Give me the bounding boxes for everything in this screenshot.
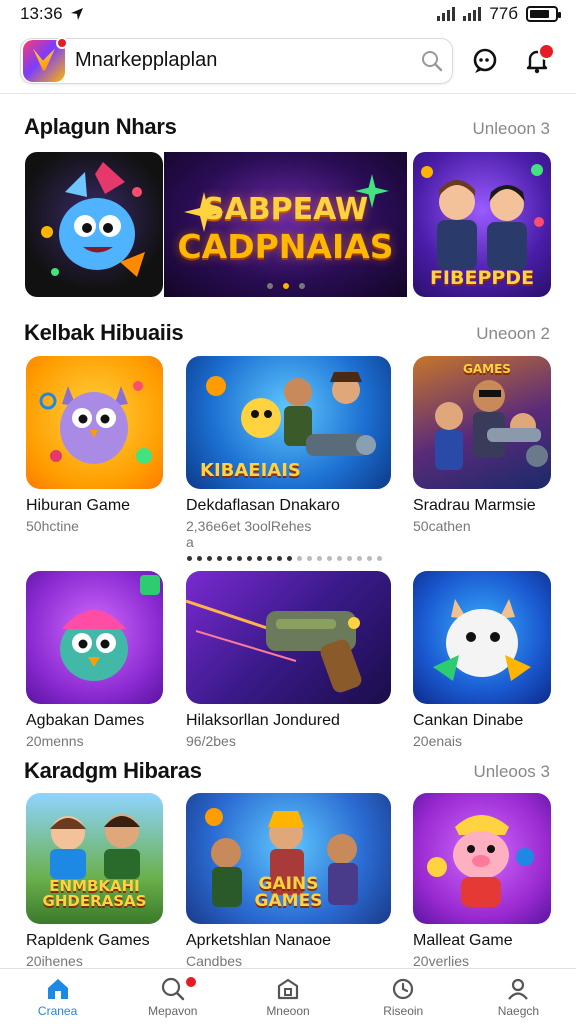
game-card[interactable]: Cankan Dinabe 20enais xyxy=(413,571,553,749)
game-thumbnail[interactable] xyxy=(413,793,551,924)
game-meta: 20menns xyxy=(26,733,84,749)
battery-icon xyxy=(526,6,561,22)
game-meta: Candbes xyxy=(186,953,243,969)
section-more-2[interactable]: Uneoon 2 xyxy=(476,324,550,344)
search-header: Mnarkepplaplan xyxy=(0,28,576,94)
search-box[interactable]: Mnarkepplaplan xyxy=(20,36,453,84)
nav-item-store[interactable]: Mneoon xyxy=(230,969,345,1024)
game-meta: 2,36e6et 3oolRehes xyxy=(186,518,312,534)
status-bar: 13:36 77б xyxy=(0,0,576,28)
owl-mascot-icon xyxy=(39,381,152,464)
notifications-button[interactable] xyxy=(517,41,557,81)
game-name: Hiburan Game xyxy=(26,497,131,514)
status-right: 77б xyxy=(437,4,561,24)
nav-label: Mneoon xyxy=(266,1003,310,1018)
game-meta: 50hctine xyxy=(26,518,79,534)
game-name: Cankan Dinabe xyxy=(413,712,524,729)
notification-badge xyxy=(538,42,555,60)
banner-card-3[interactable]: FIBEPPDE xyxy=(413,152,551,297)
chat-button[interactable] xyxy=(465,41,505,81)
section-title-2: Kelbak Hibuaiis xyxy=(24,320,184,345)
game-name: Hilaksorllan Jondured xyxy=(186,712,340,729)
game-card[interactable]: Malleat Game 20verlies xyxy=(413,793,553,969)
search-icon[interactable] xyxy=(420,49,444,73)
battery-percent: 77б xyxy=(489,4,518,23)
game-thumbnail-title: GAMES xyxy=(463,362,511,376)
game-thumbnail[interactable]: GAMES xyxy=(413,356,551,489)
game-thumbnail[interactable] xyxy=(26,571,163,704)
banner-3-title: FIBEPPDE xyxy=(429,267,535,289)
nav-label: Cranea xyxy=(37,1003,78,1018)
game-thumbnail[interactable]: GAINS GAMES xyxy=(186,793,391,924)
banner-title-line2: CADPNAIAS xyxy=(177,227,394,266)
game-name: Agbakan Dames xyxy=(26,712,145,729)
game-card[interactable]: Hiburan Game 50hctine xyxy=(26,356,163,534)
game-thumbnail-title: GAINS GAMES xyxy=(254,874,323,911)
home-icon xyxy=(47,978,68,999)
nav-item-home[interactable]: Cranea xyxy=(0,969,115,1024)
game-name: Dekdaflasan Dnakaro xyxy=(186,497,340,514)
sparkle-icon xyxy=(184,192,224,232)
game-card[interactable]: GAINS GAMES Aprketshlan Nanaoe Candbes xyxy=(186,793,391,969)
section-title-1: Aplagun Nhars xyxy=(24,114,177,139)
game-thumbnail[interactable]: KIBAEIAIS xyxy=(186,356,391,489)
game-meta-extra: a xyxy=(186,534,194,550)
section-more-3[interactable]: Unleoos 3 xyxy=(473,762,550,782)
section-more-1[interactable]: Unleoon 3 xyxy=(472,119,550,139)
search-input[interactable]: Mnarkepplaplan xyxy=(75,49,410,72)
game-name: Sradrau Marmsie xyxy=(413,497,536,514)
location-arrow-icon xyxy=(70,8,83,20)
game-thumbnail[interactable] xyxy=(413,571,551,704)
egg-creature-icon xyxy=(433,599,531,681)
game-name: Rapldenk Games xyxy=(26,932,150,949)
section-title-3: Karadgm Hibaras xyxy=(24,758,202,783)
game-name: Malleat Game xyxy=(413,932,513,949)
game-card[interactable]: Hilaksorllan Jondured 96/2bes xyxy=(186,571,391,749)
search-icon xyxy=(161,977,184,1000)
nav-label: Naegch xyxy=(497,1003,540,1018)
game-meta: 20verlies xyxy=(413,953,470,969)
game-thumbnail-title: ENMBKAHI GHDERASAS xyxy=(42,876,147,911)
game-thumbnail[interactable]: ENMBKAHI GHDERASAS xyxy=(26,793,163,924)
game-meta: 20enais xyxy=(413,733,463,749)
blaster-gun-icon xyxy=(186,599,362,693)
sparkle-icon xyxy=(355,174,389,208)
nav-item-history[interactable]: Riseoin xyxy=(346,969,461,1024)
game-meta: 20ihenes xyxy=(26,953,83,969)
game-thumbnail-title: KIBAEIAIS xyxy=(200,460,301,481)
game-thumbnail[interactable] xyxy=(26,356,163,489)
chat-bubble-icon xyxy=(473,48,497,73)
signal-icon-2 xyxy=(463,7,482,21)
signal-icon xyxy=(437,7,456,21)
nav-label: Mepavon xyxy=(148,1003,198,1018)
profile-icon xyxy=(508,978,529,1000)
bird-mascot-icon xyxy=(60,575,160,681)
game-card[interactable]: GAMES Sradrau Marmsie 50cathen xyxy=(413,356,553,534)
game-thumbnail[interactable] xyxy=(186,571,391,704)
bottom-navigation: Cranea Mepavon Mneoon Riseoin Naegch xyxy=(0,968,576,1024)
banner-card-2[interactable]: SABPEAW CADPNAIAS xyxy=(164,152,407,297)
game-meta: 50cathen xyxy=(413,518,471,534)
game-card[interactable]: Agbakan Dames 20menns xyxy=(26,571,163,749)
app-logo-icon[interactable] xyxy=(23,36,68,82)
game-name: Aprketshlan Nanaoe xyxy=(186,932,331,949)
game-meta: 96/2bes xyxy=(186,733,236,749)
nav-item-search[interactable]: Mepavon xyxy=(115,969,230,1024)
store-icon xyxy=(277,978,299,999)
game-card[interactable]: ENMBKAHI GHDERASAS Rapldenk Games 20ihen… xyxy=(26,793,163,969)
status-left: 13:36 xyxy=(20,4,85,24)
banner-card-1[interactable] xyxy=(25,152,163,297)
logo-badge xyxy=(56,36,68,49)
history-icon xyxy=(393,978,414,999)
banner-pager xyxy=(164,283,407,289)
carousel-progress-dots xyxy=(187,556,382,561)
nav-item-profile[interactable]: Naegch xyxy=(461,969,576,1024)
monster-mascot-icon xyxy=(41,162,145,277)
nav-label: Riseoin xyxy=(383,1003,424,1018)
pig-mascot-icon xyxy=(427,815,534,907)
status-time: 13:36 xyxy=(20,4,63,23)
nav-badge xyxy=(184,975,199,989)
game-card[interactable]: KIBAEIAIS Dekdaflasan Dnakaro 2,36e6et 3… xyxy=(186,356,391,550)
